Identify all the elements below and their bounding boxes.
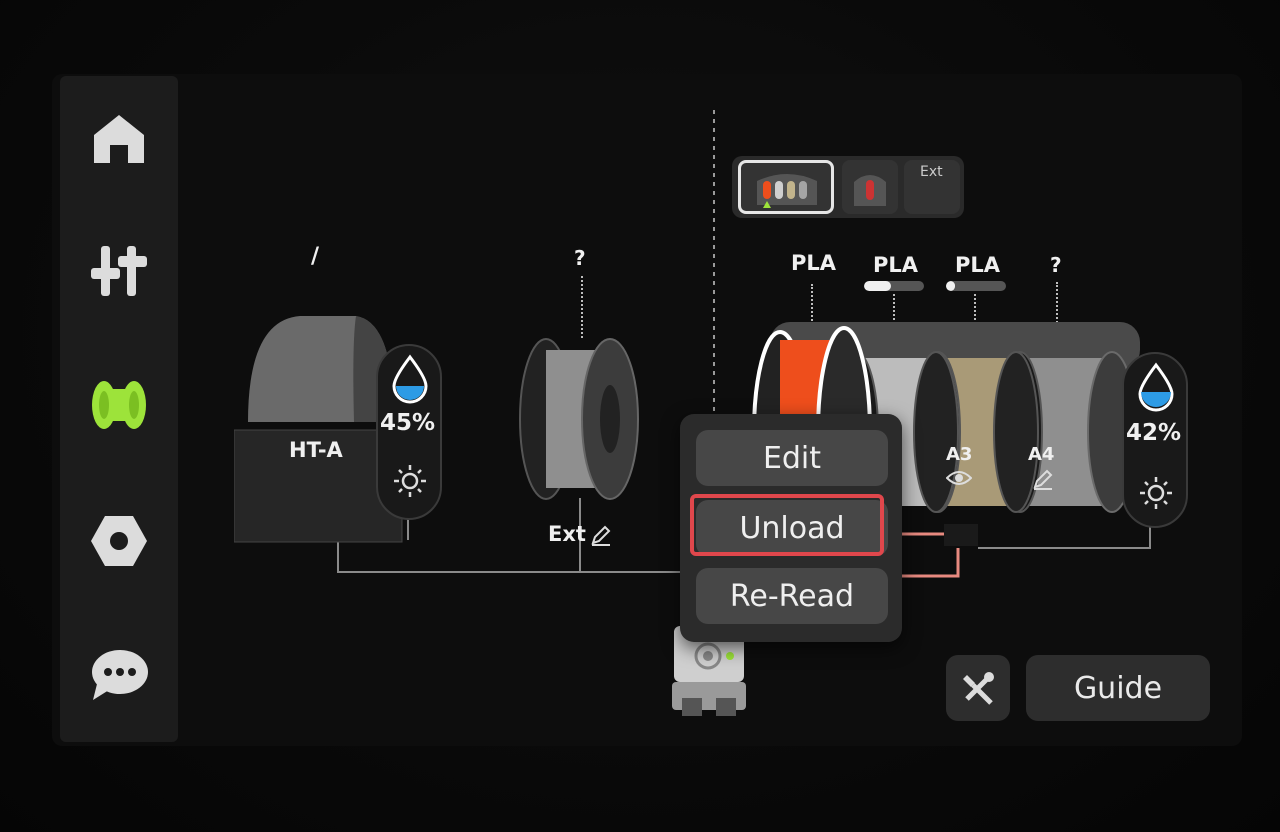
- edit-button[interactable]: Edit: [696, 430, 888, 486]
- ams-4slot-tab[interactable]: [738, 160, 834, 214]
- eye-icon[interactable]: [946, 468, 972, 488]
- slot4-label: A4: [1028, 444, 1055, 465]
- ams-single-tab[interactable]: [842, 160, 898, 214]
- ams-sun-icon: [1140, 477, 1172, 509]
- wrench-screwdriver-icon: [963, 672, 994, 705]
- slot4-pencil-icon[interactable]: [1032, 468, 1054, 490]
- ext-tab-label: Ext: [920, 164, 943, 180]
- ams-humidity-drop-icon: [1138, 362, 1174, 412]
- ams-single-icon: [854, 175, 886, 206]
- ext-spool-name: Ext: [548, 522, 586, 546]
- ext-tab[interactable]: Ext: [904, 160, 960, 214]
- ext-spool-top-label: ?: [574, 246, 586, 270]
- ams-humidity-panel[interactable]: 42%: [1122, 352, 1188, 528]
- slot4-type: ?: [1050, 253, 1062, 277]
- slot3-label: A3: [946, 444, 973, 465]
- slot1-type: PLA: [791, 251, 837, 275]
- ext-spool-lead: [581, 276, 583, 338]
- tools-button[interactable]: [946, 655, 1010, 721]
- sun-icon: [394, 465, 426, 497]
- slot3-remaining-fill: [946, 281, 955, 291]
- slot2-remaining-bar: [864, 281, 924, 291]
- re-read-button[interactable]: Re-Read: [696, 568, 888, 624]
- slot3-type: PLA: [955, 253, 1001, 277]
- slot2-type: PLA: [873, 253, 919, 277]
- humidity-drop-icon: [392, 354, 428, 404]
- ams-4slot-icon: [757, 174, 817, 208]
- ams-humidity-value: 42%: [1126, 420, 1182, 446]
- slot3-remaining-bar: [946, 281, 1006, 291]
- left-humidity-panel[interactable]: 45%: [376, 344, 442, 520]
- unload-highlight-box: [690, 494, 884, 556]
- guide-button[interactable]: Guide: [1026, 655, 1210, 721]
- left-humidity-value: 45%: [380, 410, 436, 436]
- ext-spool[interactable]: [516, 336, 644, 502]
- pencil-icon[interactable]: [590, 524, 612, 546]
- left-unit-name: HT-A: [289, 438, 343, 462]
- slot2-remaining-fill: [864, 281, 891, 291]
- left-unit-top-label: /: [311, 244, 320, 269]
